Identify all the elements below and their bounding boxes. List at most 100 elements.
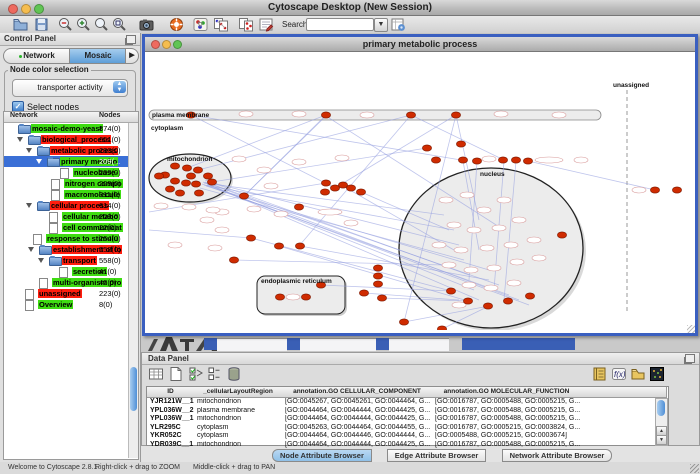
vizmapper-icon[interactable]: [192, 17, 209, 32]
expander-icon[interactable]: [28, 247, 34, 252]
graph-node[interactable]: [422, 145, 431, 151]
background-window-edge[interactable]: [287, 338, 300, 350]
network-window-titlebar[interactable]: primary metabolic process: [145, 37, 695, 52]
table-cell[interactable]: mitochondrion: [194, 398, 282, 407]
graph-node[interactable]: [377, 295, 386, 301]
graph-node[interactable]: [451, 112, 460, 118]
table-cell[interactable]: [GO:0044464, GO:0044444, GO:0044425, G..…: [282, 441, 432, 450]
graph-node[interactable]: [557, 232, 566, 238]
tree-scrollbar-thumb[interactable]: [130, 367, 137, 411]
background-window-sliver[interactable]: [217, 338, 287, 351]
save-icon[interactable]: [33, 17, 50, 32]
tree-row[interactable]: nitrogen compo209(0): [4, 178, 128, 189]
tree-row[interactable]: primary metabo209(...: [4, 156, 128, 167]
table-cell[interactable]: YDR039C__1: [147, 441, 194, 450]
graph-node[interactable]: [320, 189, 329, 195]
close-window-button[interactable]: [8, 4, 18, 14]
graph-node[interactable]: [321, 180, 330, 186]
tab-network[interactable]: Network: [3, 48, 71, 64]
graph-node[interactable]: [672, 187, 681, 193]
tab-edge-attribute-browser[interactable]: Edge Attribute Browser: [387, 449, 486, 462]
graph-node[interactable]: [373, 265, 382, 271]
search-options-icon[interactable]: [390, 17, 407, 32]
expander-icon[interactable]: [17, 137, 23, 142]
table-cell[interactable]: [GO:0045263, GO:0044464, GO:0044455, G..…: [282, 424, 432, 433]
attribute-modifier-icon[interactable]: [206, 366, 222, 382]
close-view-button[interactable]: [151, 40, 160, 49]
expander-icon[interactable]: [38, 258, 44, 263]
view-resize-grip[interactable]: [687, 325, 695, 333]
tree-row[interactable]: establishment of lo558(0): [4, 244, 128, 255]
graph-node[interactable]: [483, 303, 492, 309]
table-cell[interactable]: YPL036W__2: [147, 407, 194, 416]
graph-node[interactable]: [181, 180, 190, 186]
network-canvas[interactable]: plasma membranecytoplasmmitochondrionnuc…: [145, 52, 695, 330]
table-cell[interactable]: YLR295C: [147, 424, 194, 433]
table-cell[interactable]: cytoplasm: [194, 432, 282, 441]
graph-node[interactable]: [175, 190, 184, 196]
delete-attribute-icon[interactable]: [226, 366, 242, 382]
graph-node[interactable]: [511, 157, 520, 163]
tab-node-attribute-browser[interactable]: Node Attribute Browser: [272, 449, 372, 462]
table-cell[interactable]: [GO:0044464, GO:0044444, GO:0044425, G..…: [282, 415, 432, 424]
tree-row[interactable]: mosaic-demo-yeast874(0): [4, 123, 128, 134]
tree-row[interactable]: unassigned223(0): [4, 288, 128, 299]
background-window-edge[interactable]: [376, 338, 389, 350]
tree-row[interactable]: multi-organism pro42(0): [4, 277, 128, 288]
graph-edge[interactable]: [244, 116, 326, 196]
graph-edge[interactable]: [335, 115, 456, 188]
tree-row[interactable]: Overview8(0): [4, 299, 128, 310]
import-network-icon[interactable]: [213, 17, 230, 32]
zoom-fit-icon[interactable]: [93, 17, 110, 32]
graph-edge[interactable]: [212, 148, 427, 182]
select-attributes-icon[interactable]: [148, 366, 164, 382]
tree-col-network[interactable]: Network: [10, 112, 38, 119]
graph-node[interactable]: [193, 167, 202, 173]
attribute-table[interactable]: ID_cellularLayoutRegionannotation.GO CEL…: [146, 386, 669, 446]
graph-node[interactable]: [359, 290, 368, 296]
graph-node[interactable]: [194, 190, 203, 196]
graph-node[interactable]: [525, 293, 534, 299]
graph-node[interactable]: [182, 165, 191, 171]
graph-node[interactable]: [170, 163, 179, 169]
table-scrollbar-thumb[interactable]: [657, 400, 665, 416]
node-color-dropdown[interactable]: transporter activity ▲▼: [12, 79, 128, 97]
table-cell[interactable]: YPL036W__1: [147, 415, 194, 424]
annotation-icon[interactable]: [258, 17, 275, 32]
scroll-down-arrow[interactable]: ▼: [656, 435, 667, 445]
graph-node[interactable]: [229, 257, 238, 263]
table-column-header[interactable]: annotation.GO MOLECULAR_FUNCTION: [432, 387, 582, 398]
tree-row[interactable]: secretion41(0): [4, 266, 128, 277]
background-window-sliver[interactable]: [300, 338, 376, 351]
graph-node[interactable]: [373, 281, 382, 287]
background-window-edge[interactable]: [462, 338, 575, 350]
graph-node[interactable]: [650, 187, 659, 193]
snapshot-icon[interactable]: [138, 17, 155, 32]
zoom-window-button[interactable]: [34, 4, 44, 14]
float-panel-icon[interactable]: [685, 354, 695, 363]
table-cell[interactable]: [GO:0016787, GO:0005488, GO:0005215, G..…: [432, 415, 581, 424]
region-plasma-membrane[interactable]: [149, 110, 601, 120]
graph-node[interactable]: [275, 294, 284, 300]
graph-node[interactable]: [154, 173, 163, 179]
graph-node[interactable]: [301, 294, 310, 300]
graph-node[interactable]: [165, 186, 174, 192]
graph-node[interactable]: [170, 178, 179, 184]
graph-node[interactable]: [373, 273, 382, 279]
help-icon[interactable]: [168, 17, 185, 32]
function-builder-icon[interactable]: f(x): [611, 366, 627, 382]
zoom-view-button[interactable]: [173, 40, 182, 49]
table-cell[interactable]: mitochondrion: [194, 415, 282, 424]
import-table-icon[interactable]: [238, 17, 255, 32]
zoom-in-icon[interactable]: [75, 17, 92, 32]
graph-node[interactable]: [321, 112, 330, 118]
graph-node[interactable]: [239, 193, 248, 199]
tree-row[interactable]: biological_process651(0): [4, 134, 128, 145]
zoom-out-icon[interactable]: [57, 17, 74, 32]
graph-edge[interactable]: [149, 230, 251, 238]
graph-node[interactable]: [399, 319, 408, 325]
graph-node[interactable]: [406, 112, 415, 118]
tree-row[interactable]: cellular metabo209(0): [4, 211, 128, 222]
table-cell[interactable]: [GO:0044464, GO:0044446, GO:0044444, G..…: [282, 432, 432, 441]
dropdown-stepper-icon[interactable]: ▲▼: [113, 81, 126, 93]
